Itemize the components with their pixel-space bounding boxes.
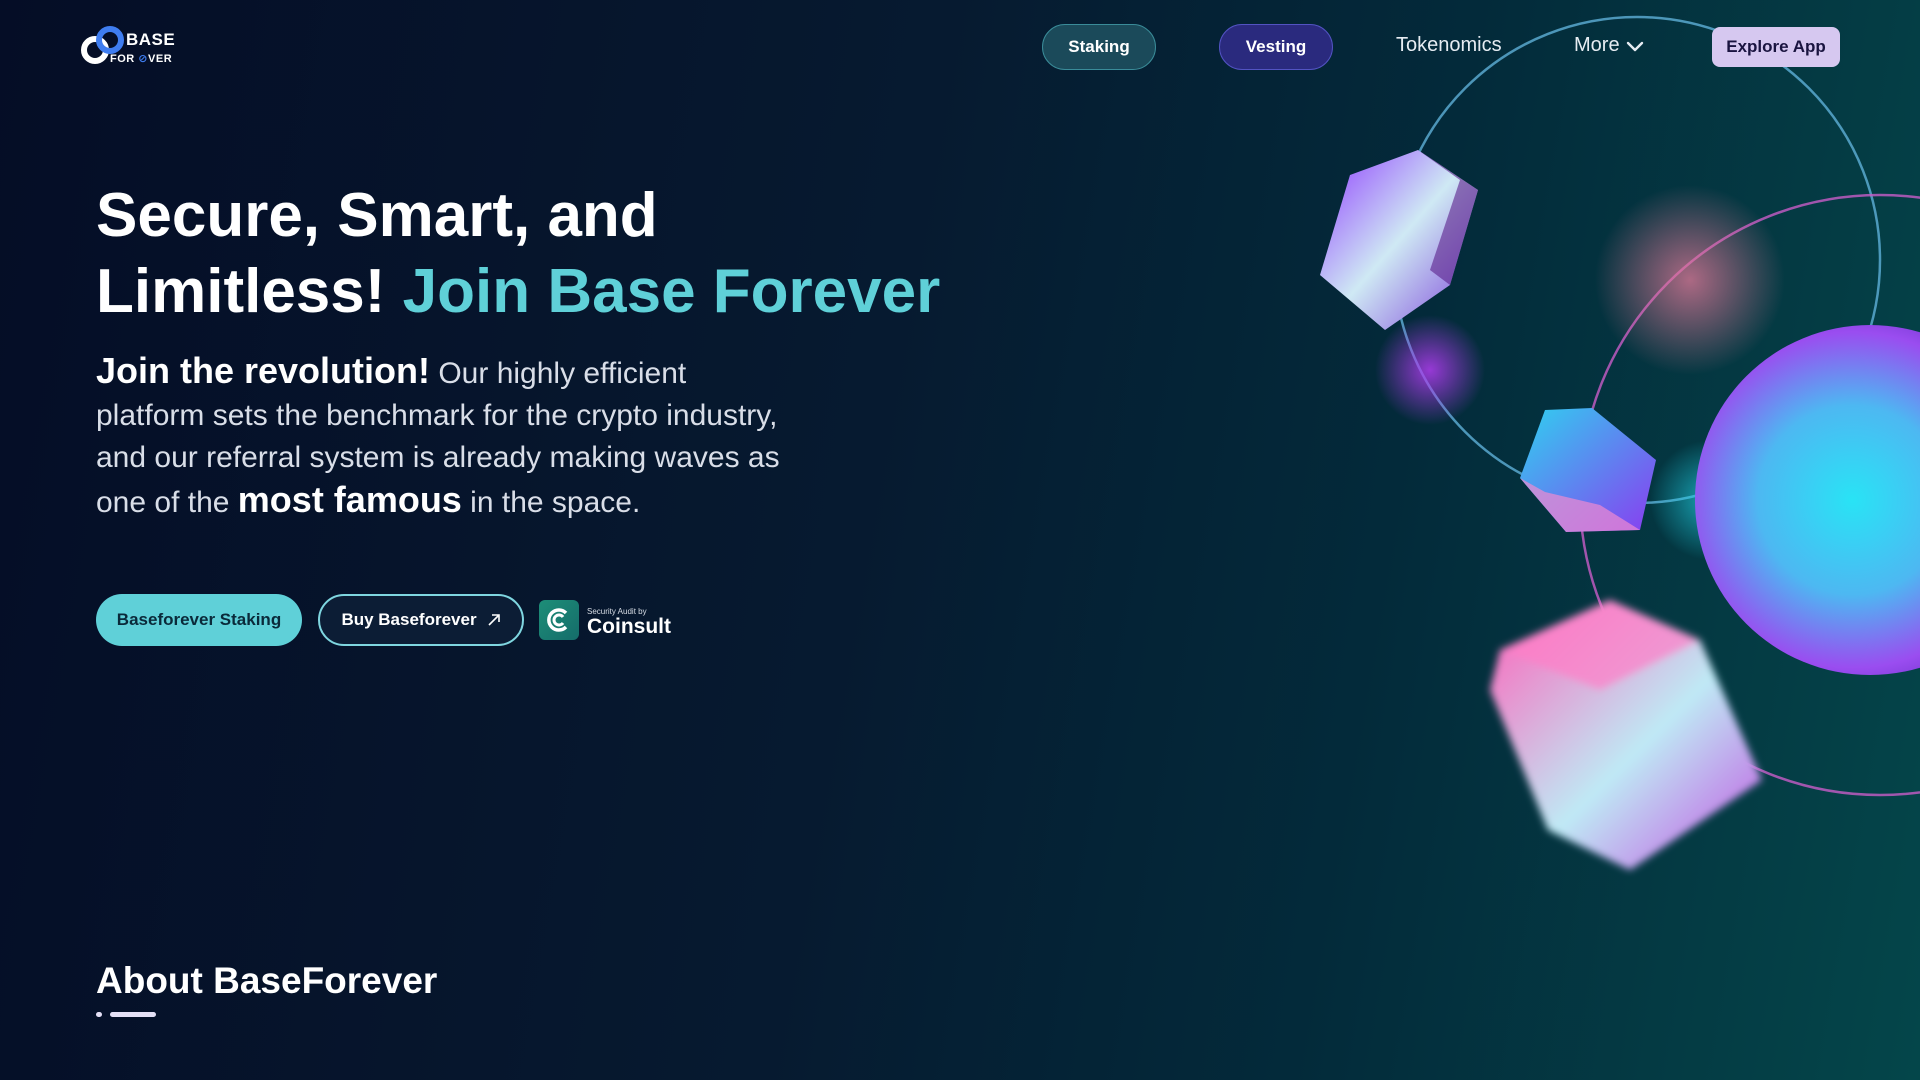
coinsult-logo-icon	[539, 600, 579, 640]
buy-baseforever-button[interactable]: Buy Baseforever	[318, 594, 524, 646]
logo-text-forever: FOR ⊘VER	[110, 53, 173, 65]
logo-text-base: BASE	[126, 30, 176, 49]
nav-staking-button[interactable]: Staking	[1042, 24, 1156, 70]
chevron-down-icon	[1626, 41, 1643, 51]
arrow-up-right-icon	[487, 614, 500, 626]
hero-description: Join the revolution! Our highly efficien…	[96, 350, 786, 524]
hero-text-part2: in the space.	[461, 486, 641, 519]
nav-tokenomics-link[interactable]: Tokenomics	[1396, 34, 1502, 57]
baseforever-staking-button[interactable]: Baseforever Staking	[96, 594, 302, 646]
hero-title: Secure, Smart, and Limitless! Join Base …	[96, 178, 996, 330]
hero-lead: Join the revolution!	[96, 350, 431, 391]
audit-name: Coinsult	[587, 615, 671, 638]
coinsult-audit-badge[interactable]: Security Audit by Coinsult	[539, 600, 679, 642]
hero-3d-art	[1320, 15, 1920, 870]
explore-app-button[interactable]: Explore App	[1712, 27, 1840, 67]
hero-text-bold: most famous	[237, 479, 462, 520]
buy-baseforever-label: Buy Baseforever	[341, 610, 477, 629]
brand-logo[interactable]: BASE FOR ⊘VER	[80, 24, 190, 70]
about-underline-bar	[110, 1012, 156, 1017]
nav-more-label: More	[1574, 34, 1620, 56]
hero-title-line2-accent: Join Base Forever	[402, 257, 941, 326]
about-underline-dot	[96, 1012, 102, 1017]
page: BASE FOR ⊘VER Staking Vesting Tokenomics…	[0, 0, 1920, 1080]
nav-vesting-button[interactable]: Vesting	[1219, 24, 1333, 70]
hero-title-line1: Secure, Smart, and	[96, 181, 658, 250]
hero-title-line2-plain: Limitless!	[96, 257, 386, 326]
nav-more-dropdown[interactable]: More	[1574, 34, 1644, 57]
about-section-title: About BaseForever	[96, 960, 438, 1001]
